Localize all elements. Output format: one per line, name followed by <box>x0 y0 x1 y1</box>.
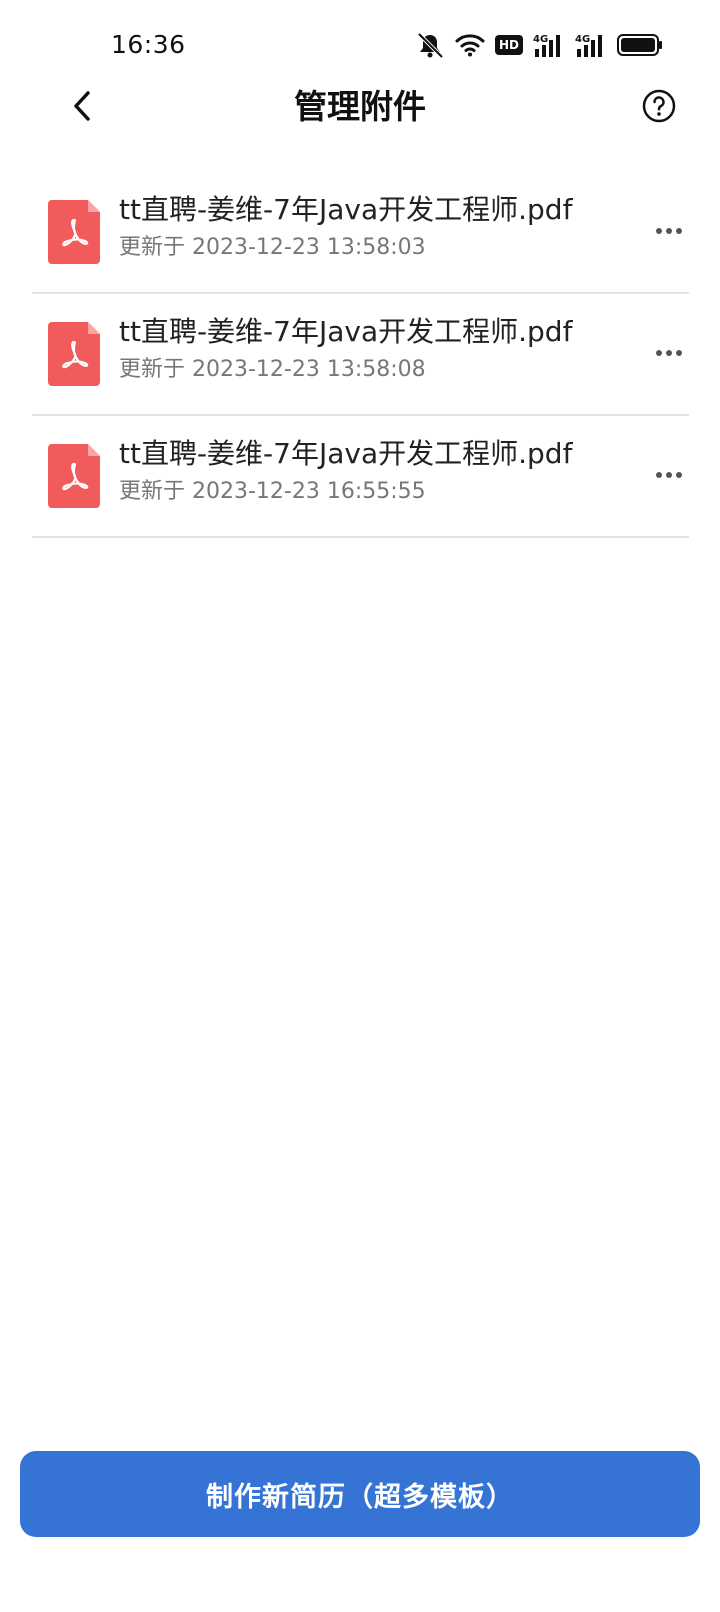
pdf-icon <box>48 444 100 508</box>
mute-bell-icon <box>415 32 445 58</box>
file-row[interactable]: tt直聘-姜维-7年Java开发工程师.pdf 更新于 2023-12-23 1… <box>32 294 689 416</box>
file-name: tt直聘-姜维-7年Java开发工程师.pdf <box>119 437 573 470</box>
signal-4g-icon: 4G <box>575 32 607 58</box>
file-name: tt直聘-姜维-7年Java开发工程师.pdf <box>119 193 573 226</box>
nav-bar: 管理附件 <box>0 72 720 142</box>
help-button[interactable] <box>639 86 679 126</box>
file-row[interactable]: tt直聘-姜维-7年Java开发工程师.pdf 更新于 2023-12-23 1… <box>32 172 689 294</box>
help-icon <box>642 89 676 123</box>
more-button[interactable] <box>649 460 689 490</box>
file-row[interactable]: tt直聘-姜维-7年Java开发工程师.pdf 更新于 2023-12-23 1… <box>32 416 689 538</box>
battery-icon <box>617 34 663 56</box>
signal-4g-icon: 4G <box>533 32 565 58</box>
svg-text:4G: 4G <box>575 34 590 45</box>
more-dots-icon <box>656 228 682 234</box>
page-title: 管理附件 <box>294 87 426 126</box>
file-name: tt直聘-姜维-7年Java开发工程师.pdf <box>119 315 573 348</box>
pdf-icon <box>48 200 100 264</box>
more-dots-icon <box>656 472 682 478</box>
more-button[interactable] <box>649 338 689 368</box>
file-updated-time: 更新于 2023-12-23 16:55:55 <box>119 479 426 504</box>
more-dots-icon <box>656 350 682 356</box>
status-icons: HD 4G 4G <box>415 30 663 60</box>
wifi-icon <box>455 33 485 57</box>
svg-text:4G: 4G <box>533 34 548 45</box>
file-updated-time: 更新于 2023-12-23 13:58:08 <box>119 357 426 382</box>
file-updated-time: 更新于 2023-12-23 13:58:03 <box>119 235 426 260</box>
pdf-icon <box>48 322 100 386</box>
more-button[interactable] <box>649 216 689 246</box>
create-resume-button[interactable]: 制作新简历（超多模板） <box>20 1451 700 1537</box>
file-list: tt直聘-姜维-7年Java开发工程师.pdf 更新于 2023-12-23 1… <box>32 172 689 538</box>
status-time: 16:36 <box>111 30 186 59</box>
hd-badge: HD <box>495 35 523 55</box>
